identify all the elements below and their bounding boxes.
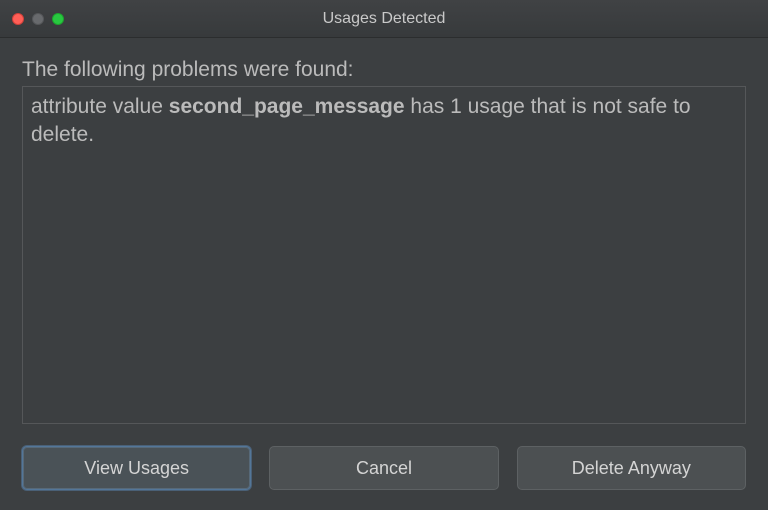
delete-anyway-button[interactable]: Delete Anyway	[517, 446, 746, 490]
dialog-window: Usages Detected The following problems w…	[0, 0, 768, 510]
button-row: View Usages Cancel Delete Anyway	[22, 446, 746, 490]
dialog-content: The following problems were found: attri…	[0, 38, 768, 510]
titlebar: Usages Detected	[0, 0, 768, 38]
cancel-button[interactable]: Cancel	[269, 446, 498, 490]
close-icon[interactable]	[12, 13, 24, 25]
window-title: Usages Detected	[323, 10, 446, 28]
problems-heading: The following problems were found:	[22, 58, 746, 82]
minimize-icon	[32, 13, 44, 25]
message-identifier: second_page_message	[169, 95, 405, 118]
message-prefix: attribute value	[31, 95, 169, 118]
window-controls	[12, 13, 64, 25]
message-panel: attribute value second_page_message has …	[22, 86, 746, 424]
view-usages-button[interactable]: View Usages	[22, 446, 251, 490]
zoom-icon[interactable]	[52, 13, 64, 25]
